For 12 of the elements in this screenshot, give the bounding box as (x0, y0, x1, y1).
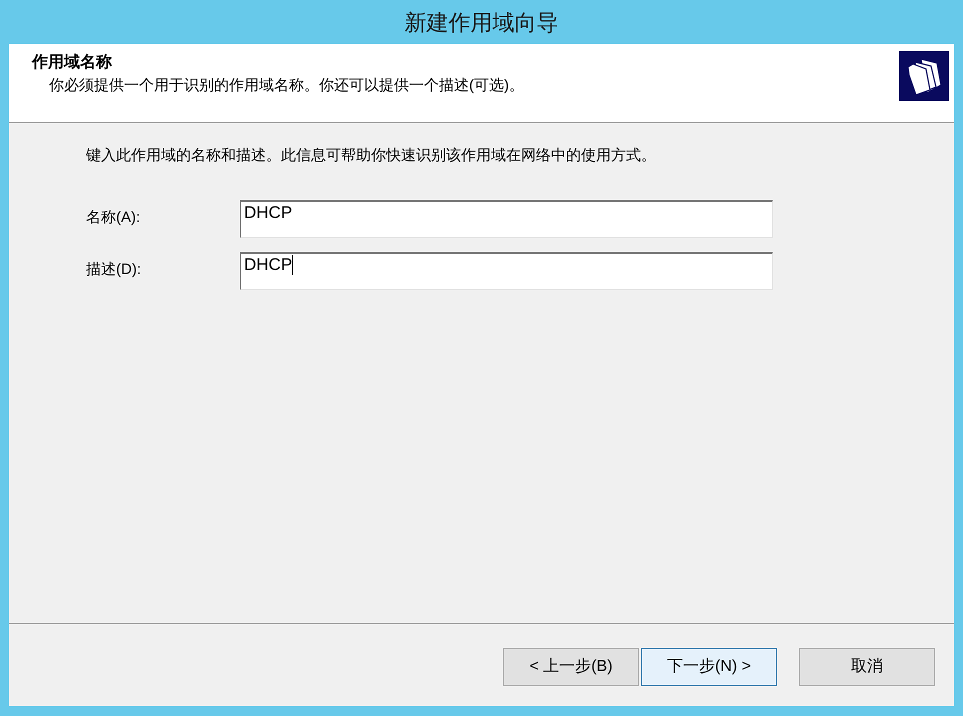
wizard-button[interactable]: < 上一步(B) (503, 648, 639, 686)
text-field[interactable]: DHCP (240, 252, 773, 290)
page-subtitle: 你必须提供一个用于识别的作用域名称。你还可以提供一个描述(可选)。 (49, 76, 524, 96)
text-field[interactable]: DHCP (240, 200, 773, 238)
folders-icon (899, 51, 949, 101)
window-title: 新建作用域向导 (404, 8, 558, 36)
wizard-button[interactable]: 取消 (799, 648, 935, 686)
page-title: 作用域名称 (32, 52, 113, 73)
field-label: 名称(A): (86, 208, 142, 228)
instruction-text: 键入此作用域的名称和描述。此信息可帮助你快速识别该作用域在网络中的使用方式。 (86, 146, 657, 166)
wizard-button[interactable]: 下一步(N) > (641, 648, 777, 686)
field-label: 描述(D): (86, 260, 142, 280)
